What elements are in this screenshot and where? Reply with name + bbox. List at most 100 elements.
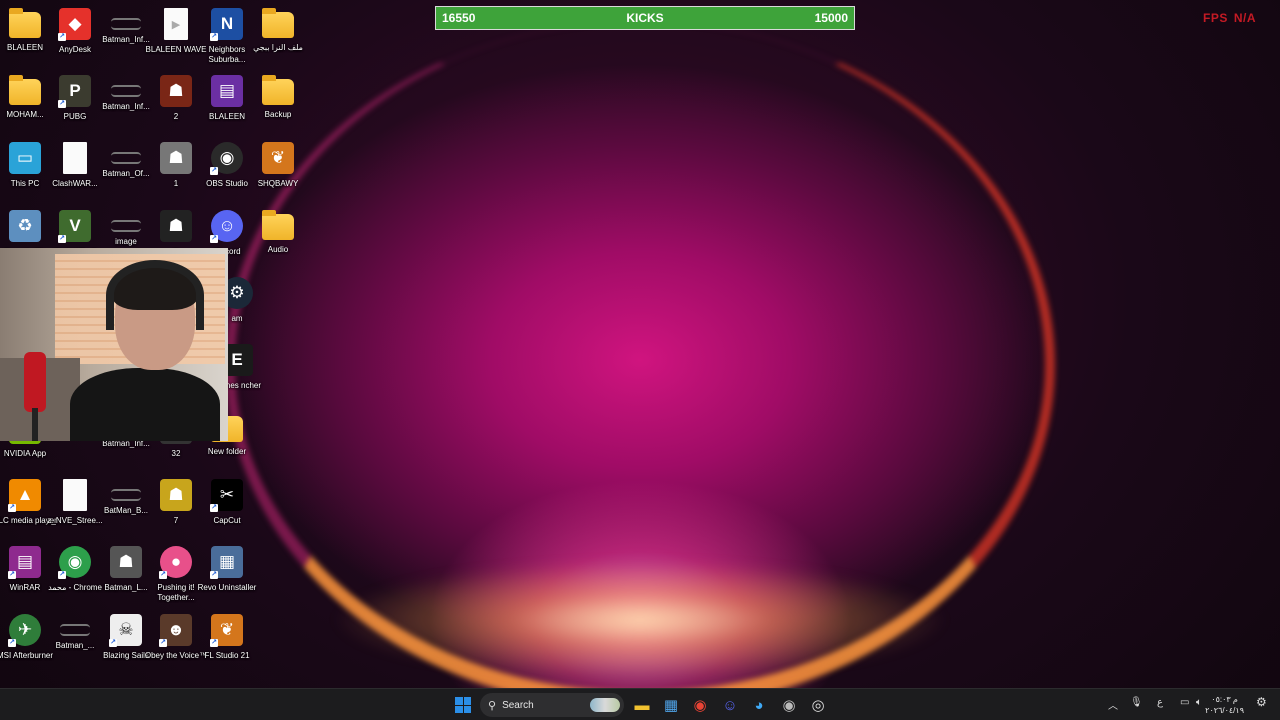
desktop-icon-folder-backup[interactable]: Backup — [253, 71, 303, 137]
chrome-icon[interactable]: ◉ — [688, 693, 712, 717]
desktop-icon-revo-uninstaller[interactable]: ▦ ↗ Revo Uninstaller — [198, 542, 256, 608]
desktop-icon-label: PUBG — [63, 112, 87, 121]
start-button[interactable] — [451, 693, 475, 717]
shortcut-arrow-icon: ↗ — [109, 639, 117, 647]
volume-icon[interactable]: 🔈︎ — [1196, 697, 1202, 708]
desktop-icon-folder-moham[interactable]: MOHAM... — [0, 71, 50, 137]
fps-counter: FPS N/A — [1203, 11, 1256, 25]
microphone-stand — [32, 408, 38, 441]
shortcut-arrow-icon: ↗ — [58, 235, 66, 243]
shortcut-arrow-icon: ↗ — [8, 639, 16, 647]
shortcut-arrow-icon: ↗ — [210, 167, 218, 175]
search-icon: ⚲ — [488, 699, 497, 712]
desktop-icon-batman-inf-2[interactable]: Batman_Inf... — [101, 71, 151, 137]
desktop-icon-blaleen-archive[interactable]: ▤ BLALEEN — [202, 71, 252, 137]
desktop-icon-batman-inf-1[interactable]: Batman_Inf... — [101, 4, 151, 70]
kicks-label: KICKS — [626, 11, 664, 25]
obs-taskbar-icon[interactable]: ◎ — [806, 693, 830, 717]
desktop-icon-label: Audio — [267, 245, 289, 254]
desktop-icon-label: Batman_... — [55, 641, 95, 650]
item-7-icon: ☗ — [160, 479, 192, 511]
desktop-icon-label: ملف النرا ببجي — [253, 43, 303, 52]
capcut-icon: ✂ ↗ — [210, 479, 243, 512]
shortcut-arrow-icon: ↗ — [210, 639, 218, 647]
desktop-icon-capcut[interactable]: ✂ ↗ CapCut — [202, 475, 252, 541]
fl-studio-21-icon: ❦ ↗ — [210, 614, 243, 647]
desktop-icon-chrome-profile[interactable]: ◉ ↗ محمد - Chrome — [48, 542, 102, 608]
search-highlight-image — [590, 698, 620, 712]
headset — [106, 260, 204, 330]
desktop-icon-batman-b[interactable]: BatMan_B... — [101, 475, 151, 541]
webcam-overlay — [0, 248, 228, 441]
desktop-icon-batman-dots[interactable]: Batman_... — [50, 610, 100, 676]
shortcut-arrow-icon: ↗ — [159, 639, 167, 647]
batman-inf-2-icon — [111, 85, 141, 97]
desktop-icon-label: image — [115, 237, 137, 246]
file-explorer-icon[interactable]: ▬ — [630, 693, 654, 717]
revo-uninstaller-icon: ▦ ↗ — [210, 546, 243, 579]
microsoft-store-icon[interactable]: ▦ — [659, 693, 683, 717]
anydesk-icon: ◆ ↗ — [58, 8, 91, 41]
this-pc-icon: ▭ — [9, 142, 41, 174]
desktop-icon-folder-audio[interactable]: Audio — [253, 206, 303, 272]
shortcut-arrow-icon: ↗ — [210, 235, 218, 243]
shortcut-arrow-icon: ↗ — [58, 100, 66, 108]
desktop-icon-pushing-it-together[interactable]: ● ↗ Pushing it! Together... — [151, 542, 201, 608]
desktop-icon-label: NVIDIA App — [3, 449, 47, 458]
input-language-indicator[interactable]: ع — [1157, 697, 1163, 708]
desktop-icon-folder-blaleen[interactable]: BLALEEN — [0, 4, 50, 70]
desktop-icon-blazing-sails[interactable]: ☠ ↗ Blazing Sails — [101, 610, 151, 676]
discord-icon: ☺ ↗ — [210, 210, 243, 243]
grand-theft-auto-icon: V ↗ — [58, 210, 91, 243]
recycle-bin-icon: ♻ — [9, 210, 41, 242]
wallpaper-glow — [330, 560, 950, 680]
chrome-profile-taskbar-icon[interactable]: ◉ — [777, 693, 801, 717]
desktop-icon-label: ClashWAR... — [52, 179, 98, 188]
item-1-icon: ☗ — [160, 142, 192, 174]
notifications-icon[interactable]: ⚙ — [1256, 695, 1267, 709]
desktop-icon-winrar[interactable]: ▤ ↗ WinRAR — [0, 542, 50, 608]
discord-taskbar-icon[interactable]: ☺ — [718, 693, 742, 717]
folder-moham-icon — [9, 75, 41, 105]
z-nve-stream-icon — [63, 479, 87, 511]
desktop-icon-fl-studio-21[interactable]: ❦ ↗ FL Studio 21 — [202, 610, 252, 676]
shortcut-arrow-icon: ↗ — [159, 571, 167, 579]
desktop-icon-vlc[interactable]: ▲↗VLC media player — [0, 475, 57, 541]
shortcut-arrow-icon: ↗ — [8, 504, 16, 512]
desktop-icon-item-7[interactable]: ☗ 7 — [151, 475, 201, 541]
batman-l-icon: ☗ — [110, 546, 142, 578]
desktop-icon-pubg-file-folder[interactable]: ملف النرا ببجي — [253, 4, 303, 70]
desktop-icon-obey-the-voice[interactable]: ☻ ↗ Obey the Voice™ — [145, 610, 207, 676]
desktop-icon-obs-studio[interactable]: ◉ ↗ OBS Studio — [202, 138, 252, 204]
network-icon[interactable]: ▭ — [1180, 697, 1189, 708]
taskbar: ⚲ Search ▬ ▦ ◉ ☺ ◕ ◉ ◎ ︿ 🎙︎ ع ▭ 🔈︎ م ٠٥:٠٣ ٢٠٢… — [0, 688, 1280, 720]
winrar-icon: ▤ ↗ — [8, 546, 41, 579]
microphone-icon[interactable]: 🎙︎ — [1130, 697, 1143, 708]
desktop-icon-this-pc[interactable]: ▭ This PC — [0, 138, 50, 204]
desktop-icon-batman-of[interactable]: Batman_Of... — [101, 138, 151, 204]
batman-b-icon — [111, 489, 141, 501]
desktop-icon-item-2[interactable]: ☗ 2 — [151, 71, 201, 137]
desktop-icon-label: New folder — [207, 447, 247, 456]
desktop-icon-shqbawy[interactable]: ❦ SHQBAWY — [253, 138, 303, 204]
shortcut-arrow-icon: ↗ — [210, 504, 218, 512]
folder-backup-icon — [262, 75, 294, 105]
msi-afterburner-icon: ✈ ↗ — [8, 614, 41, 647]
desktop-icon-item-1[interactable]: ☗ 1 — [151, 138, 201, 204]
steam-taskbar-icon[interactable]: ◕ — [747, 693, 771, 717]
shortcut-arrow-icon: ↗ — [210, 571, 218, 579]
taskbar-clock[interactable]: م ٠٥:٠٣ ٢٠٢٦/٠٤/١٩ — [1205, 694, 1244, 716]
neighbors-suburbia-icon: N ↗ — [210, 8, 243, 41]
shortcut-arrow-icon: ↗ — [210, 33, 218, 41]
clashwar-icon — [63, 142, 87, 174]
obs-studio-icon: ◉ ↗ — [210, 142, 243, 175]
pushing-it-together-icon: ● ↗ — [159, 546, 192, 579]
obey-the-voice-icon: ☻ ↗ — [159, 614, 192, 647]
show-hidden-icons-chevron-icon[interactable]: ︿ — [1108, 697, 1118, 712]
image-icon — [111, 220, 141, 232]
desktop-icon-label: FL Studio 21 — [204, 651, 250, 660]
windows-logo-icon — [455, 697, 471, 713]
desktop-icon-neighbors-suburbia[interactable]: N ↗ Neighbors Suburba... — [202, 4, 252, 70]
taskbar-search-box[interactable]: ⚲ Search — [480, 693, 624, 717]
blazing-sails-icon: ☠ ↗ — [109, 614, 142, 647]
